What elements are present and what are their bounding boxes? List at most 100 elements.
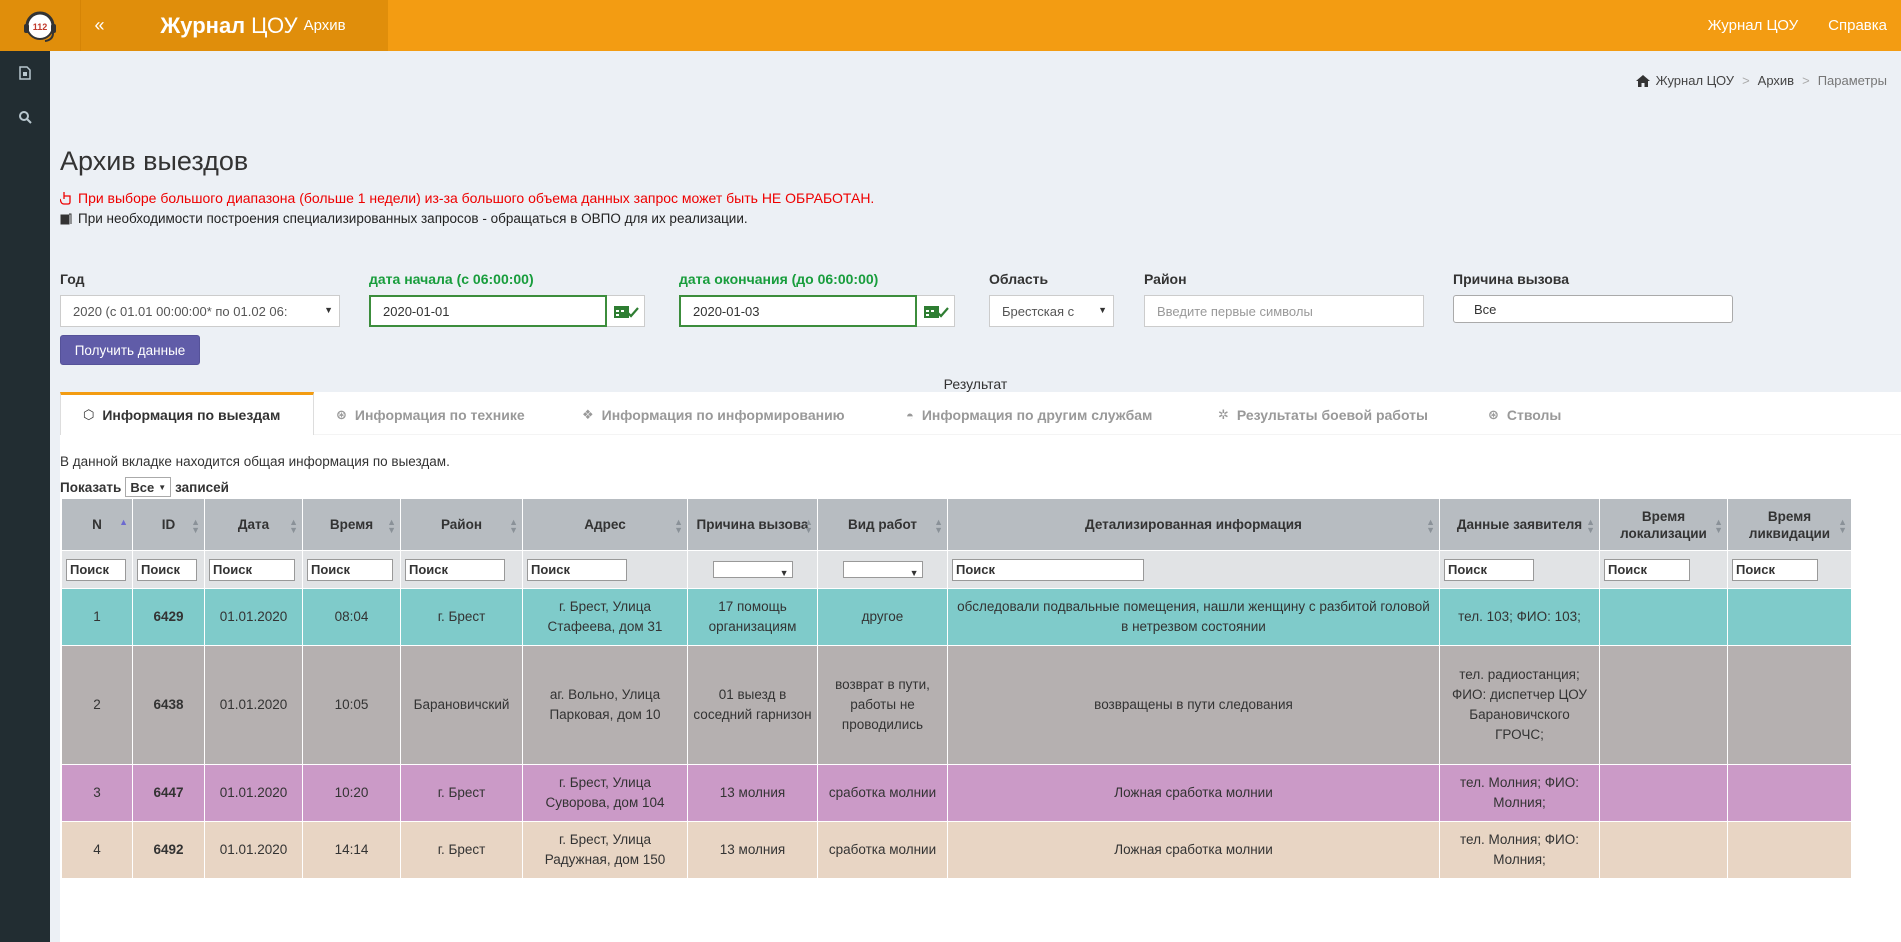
column-header[interactable]: Район ▲ ▼ <box>400 498 523 551</box>
district-placeholder: Введите первые символы <box>1157 303 1313 319</box>
gear-icon: ✲ <box>1218 407 1229 422</box>
page-length-select[interactable]: Все ▼ <box>125 477 172 497</box>
nav-help-link[interactable]: Справка <box>1828 17 1887 34</box>
end-date-calendar-button[interactable] <box>917 295 955 327</box>
sort-icon: ▲ ▼ <box>387 517 396 535</box>
column-header[interactable]: Время ▲ ▼ <box>302 498 401 551</box>
year-select[interactable]: 2020 (с 01.01 00:00:00* по 01.02 06: ▼ <box>60 295 340 327</box>
column-header-label: Время локализации <box>1620 508 1707 541</box>
reason-select-value: Все <box>1474 301 1497 317</box>
info-note: При необходимости построения специализир… <box>60 211 748 226</box>
logo[interactable]: 112 <box>0 0 80 51</box>
tab-panel: В данной вкладке находится общая информа… <box>60 435 1901 942</box>
start-date-calendar-button[interactable] <box>607 295 645 327</box>
table-cell: 3 <box>61 764 133 822</box>
sidebar-item-search[interactable] <box>0 95 50 139</box>
table-cell: обследовали подвальные помещения, нашли … <box>947 588 1440 646</box>
reason-select[interactable]: Все <box>1453 295 1733 323</box>
show-suffix: записей <box>175 479 229 495</box>
table-cell: 17 помощь организациям <box>687 588 818 646</box>
tab-equipment[interactable]: ⊛ Информация по технике <box>314 392 560 435</box>
departures-table: N ▲ ID ▲ ▼ Дата ▲ ▼ Время ▲ ▼ Район ▲ ▼ Адрес ▲ ▼ П… <box>61 498 1852 879</box>
table-cell: тел. Молния; ФИО: Молния; <box>1439 821 1600 879</box>
sort-icon: ▲ ▼ <box>509 517 518 535</box>
search-select-reason[interactable]: ▼ <box>712 561 793 578</box>
year-label: Год <box>60 271 85 287</box>
year-select-value: 2020 (с 01.01 00:00:00* по 01.02 06: <box>73 303 288 319</box>
column-header-label: Причина вызова <box>696 517 809 532</box>
search-input-liquidation[interactable]: Поиск <box>1732 558 1818 581</box>
search-cell: Поиск <box>947 550 1440 589</box>
column-header[interactable]: Причина вызова ▲ ▼ <box>687 498 818 551</box>
svg-text:112: 112 <box>33 22 48 32</box>
search-cell: ▼ <box>687 550 818 589</box>
column-header[interactable]: Вид работ ▲ ▼ <box>817 498 948 551</box>
search-input-date[interactable]: Поиск <box>209 558 295 581</box>
search-select-work-type[interactable]: ▼ <box>842 561 923 578</box>
column-header[interactable]: Время ликвидации ▲ ▼ <box>1727 498 1852 551</box>
search-input-district[interactable]: Поиск <box>405 558 505 581</box>
sort-icon: ▲ ▼ <box>1714 517 1723 535</box>
gauge-icon: ⊛ <box>336 407 347 422</box>
tab-label: Информация по технике <box>354 407 525 423</box>
column-header[interactable]: Адрес ▲ ▼ <box>522 498 688 551</box>
end-date-input[interactable]: 2020-01-03 <box>679 295 917 327</box>
search-input-applicant[interactable]: Поиск <box>1444 558 1534 581</box>
column-header[interactable]: N ▲ <box>61 498 133 551</box>
chevron-down-icon: ▼ <box>324 305 333 315</box>
column-header[interactable]: Данные заявителя ▲ ▼ <box>1439 498 1600 551</box>
table-row[interactable]: 4 6492 01.01.2020 14:14 г. Брест г. Брест, Ул… <box>61 821 1852 879</box>
home-icon <box>1635 74 1650 87</box>
district-input[interactable]: Введите первые символы <box>1144 295 1424 327</box>
column-header[interactable]: Время локализации ▲ ▼ <box>1599 498 1728 551</box>
search-input-time[interactable]: Поиск <box>307 558 393 581</box>
column-header[interactable]: Детализированная информация ▲ ▼ <box>947 498 1440 551</box>
tab-label: Информация по выездам <box>102 407 281 423</box>
table-cell <box>1727 588 1852 646</box>
sort-icon: ▲ ▼ <box>1586 517 1595 535</box>
search-input-localization[interactable]: Поиск <box>1604 558 1690 581</box>
column-header[interactable]: ID ▲ ▼ <box>132 498 205 551</box>
tab-label: Информация по информированию <box>601 407 845 423</box>
search-input-address[interactable]: Поиск <box>527 558 627 581</box>
sidebar-toggle-button[interactable]: « <box>80 0 118 51</box>
sort-asc-icon: ▲ <box>119 517 128 527</box>
breadcrumb-home[interactable]: Журнал ЦОУ <box>1656 73 1734 88</box>
tab-label: Информация по другим службам <box>921 407 1153 423</box>
get-data-button[interactable]: Получить данные <box>60 335 200 365</box>
search-input-id[interactable]: Поиск <box>137 558 197 581</box>
column-header-label: Дата <box>237 517 270 532</box>
search-cell: Поиск <box>1599 550 1728 589</box>
sort-icon: ▲ ▼ <box>1838 517 1847 535</box>
search-input-details[interactable]: Поиск <box>952 558 1144 581</box>
brand-mid: ЦОУ <box>251 12 298 38</box>
column-header-label: ID <box>161 517 176 532</box>
tab-barrels[interactable]: ⊛ Стволы <box>1466 392 1606 435</box>
top-nav: Журнал ЦОУ Справка <box>1692 0 1901 51</box>
panel-description: В данной вкладке находится общая информа… <box>60 454 450 469</box>
sort-icon: ▲ ▼ <box>804 517 813 535</box>
column-header[interactable]: Дата ▲ ▼ <box>204 498 303 551</box>
helmet-icon: ◓ <box>906 407 914 423</box>
table-row[interactable]: 2 6438 01.01.2020 10:05 Барановичский аг. Вол… <box>61 645 1852 765</box>
table-row[interactable]: 1 6429 01.01.2020 08:04 г. Брест г. Брест, Ул… <box>61 588 1852 646</box>
tab-departures[interactable]: ⬡ Информация по выездам <box>60 392 314 435</box>
breadcrumb-archive[interactable]: Архив <box>1758 73 1794 88</box>
app-brand[interactable]: Журнал ЦОУ Архив <box>118 0 388 51</box>
gauge-icon: ⊛ <box>1488 407 1499 422</box>
region-select[interactable]: Брестская с ▼ <box>989 295 1114 327</box>
tab-combat-results[interactable]: ✲ Результаты боевой работы <box>1196 392 1466 435</box>
nav-journal-link[interactable]: Журнал ЦОУ <box>1708 17 1799 34</box>
page-title: Архив выездов <box>60 146 249 176</box>
tab-label: Стволы <box>1506 407 1562 423</box>
table-row[interactable]: 3 6447 01.01.2020 10:20 г. Брест г. Брест, Ул… <box>61 764 1852 822</box>
table-cell: 01.01.2020 <box>204 821 303 879</box>
result-tabs: ⬡ Информация по выездам ⊛ Информация по … <box>60 392 1901 435</box>
tab-informing[interactable]: ❖ Информация по информированию <box>560 392 884 435</box>
sidebar-item-report[interactable] <box>0 51 50 95</box>
search-input-n[interactable]: Поиск <box>66 558 126 581</box>
table-cell: 13 молния <box>687 821 818 879</box>
search-cell: Поиск <box>302 550 401 589</box>
start-date-input[interactable]: 2020-01-01 <box>369 295 607 327</box>
tab-other-services[interactable]: ◓ Информация по другим службам <box>884 392 1196 435</box>
